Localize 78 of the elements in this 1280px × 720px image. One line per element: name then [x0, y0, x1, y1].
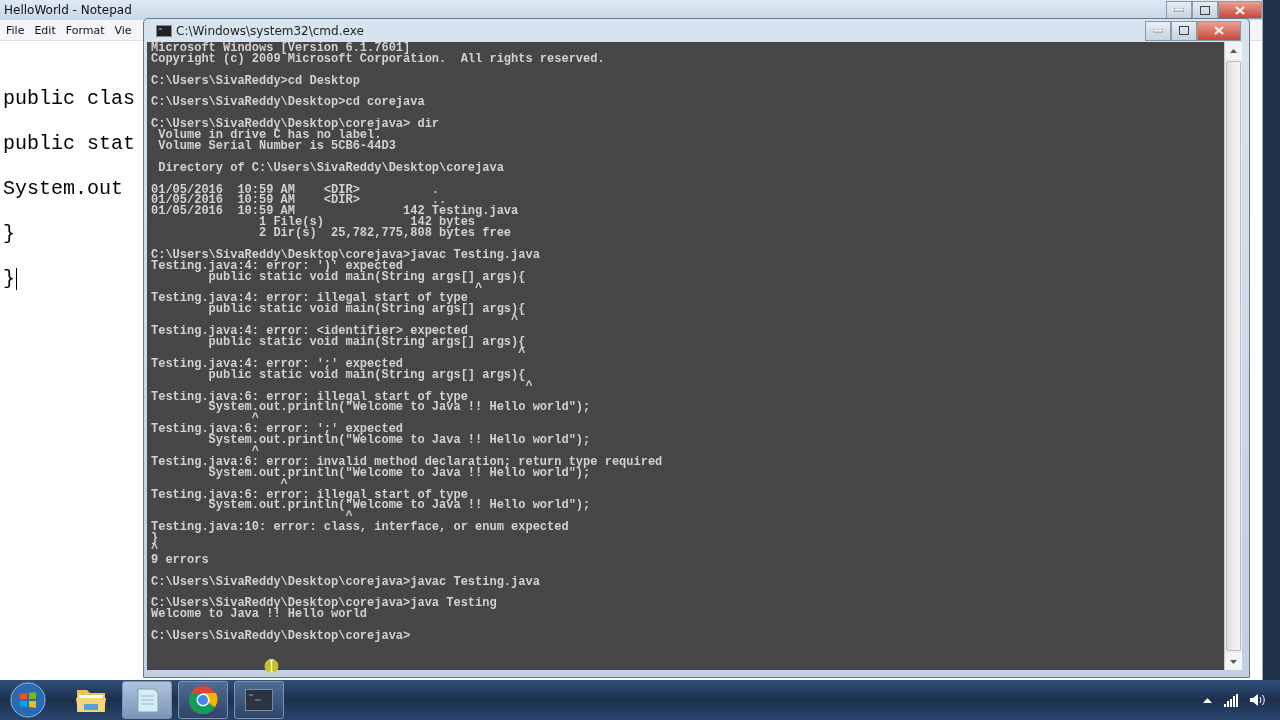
show-hidden-icons-button[interactable] [1203, 697, 1212, 703]
scroll-down-button[interactable] [1225, 653, 1242, 670]
console-line: C:\Users\SivaReddy\Desktop>cd corejava [151, 97, 425, 109]
close-button[interactable] [1218, 1, 1262, 19]
maximize-icon [1179, 26, 1189, 35]
maximize-icon [1200, 5, 1210, 15]
console-line: ^ [280, 478, 288, 490]
console-line: System.out.println("Welcome to Java !! Hello world"); [208, 500, 591, 512]
notepad-icon [134, 686, 160, 714]
minimize-button[interactable] [1166, 1, 1192, 19]
console-line: Volume Serial Number is 5CB6-44D3 [157, 141, 396, 152]
volume-icon[interactable] [1250, 693, 1266, 707]
console-line: ^ [511, 315, 519, 327]
down-arrow-icon [1230, 659, 1237, 664]
terminal-icon [156, 24, 172, 37]
scrollbar[interactable] [1224, 42, 1242, 670]
console-line: ^ [518, 347, 526, 359]
console-line: public static void main(String args[] args){ [208, 304, 526, 316]
minimize-icon [1174, 8, 1184, 12]
start-button[interactable] [8, 681, 48, 719]
console-line: C:\Users\SivaReddy\Desktop\corejava>javac Testing.java [151, 576, 540, 588]
console-line: ^ [251, 413, 260, 425]
scroll-up-button[interactable] [1225, 42, 1242, 59]
console-line: C:\Users\SivaReddy\Desktop\corejava> [151, 631, 411, 642]
console-line: } [151, 533, 159, 544]
close-icon [1214, 26, 1224, 35]
text-cursor-icon [16, 267, 17, 290]
console-line: Directory of C:\Users\SivaReddy\Desktop\corejava [157, 162, 504, 174]
code-line: System.out [3, 176, 124, 202]
chrome-icon [188, 685, 218, 715]
up-arrow-icon [1230, 48, 1237, 53]
menu-item[interactable]: Edit [30, 22, 60, 38]
console-line: Testing.java:6: error: invalid method declaration; return type required [151, 456, 663, 468]
console-line: System.out.println("Welcome to Java !! Hello world"); [208, 467, 591, 479]
code-line: } [3, 266, 15, 292]
scroll-thumb[interactable] [1226, 61, 1241, 651]
console-line: System.out.println("Welcome to Java !! Hello world"); [208, 435, 591, 446]
maximize-button[interactable] [1192, 1, 1218, 19]
console-line: C:\Users\SivaReddy\Desktop\corejava> dir [151, 119, 440, 131]
console-line: Microsoft Windows [Version 6.1.7601] [151, 43, 411, 54]
maximize-button[interactable] [1171, 20, 1197, 41]
console-line: 2 Dir(s) 25,782,775,808 bytes free [258, 228, 512, 240]
menu-item[interactable]: Format [61, 22, 109, 38]
taskbar-app-button[interactable] [178, 681, 228, 719]
mouse-cursor-icon [264, 658, 279, 674]
console-line: public static void main(String args[] args){ [208, 369, 526, 381]
menu-item[interactable]: File [2, 22, 29, 38]
console-line: Copyright (c) 2009 Microsoft Corporation. All rights reserved. [151, 53, 605, 65]
console-line: 9 errors [151, 554, 209, 566]
console-line: C:\Users\SivaReddy>cd Desktop [151, 75, 360, 87]
console-line: C:\Users\SivaReddy\Desktop\corejava>java Testing [151, 598, 497, 610]
menu-item[interactable]: Vie [110, 22, 136, 38]
code-line: } [3, 221, 15, 247]
code-line: public stat [3, 131, 136, 157]
minimize-icon [1153, 28, 1163, 33]
console-line: ^ [151, 543, 159, 555]
close-button[interactable] [1197, 20, 1241, 41]
window-title: C:\Windows\system32\cmd.exe [176, 23, 365, 38]
console-line: public static void main(String args[] args){ [208, 337, 526, 348]
console-line: Volume in drive C has no label. [158, 130, 382, 141]
console-line: Welcome to Java !! Hello world [151, 609, 368, 621]
close-icon [1235, 5, 1245, 15]
console-line: Testing.java:4: error: ')' expected [151, 260, 404, 272]
console-line: Testing.java:10: error: class, interface, or enum expected [151, 522, 569, 534]
windows-logo-icon [10, 682, 46, 718]
console-line: ^ [474, 282, 483, 294]
console-line: ^ [525, 380, 533, 392]
console-line: ^ [345, 511, 353, 523]
terminal-icon [245, 689, 273, 711]
console-line: public static void main(String args[] args){ [208, 271, 526, 283]
console-line: System.out.println("Welcome to Java !! Hello world"); [208, 402, 591, 414]
console-line: Testing.java:4: error: ';' expected [151, 358, 404, 370]
code-line: public clas [3, 86, 136, 112]
up-arrow-icon [1203, 697, 1212, 703]
network-signal-icon[interactable] [1224, 693, 1238, 707]
console-line: ^ [251, 445, 260, 457]
window-title: HelloWorld - Notepad [4, 3, 133, 17]
console-line: C:\Users\SivaReddy\Desktop\corejava>javac Testing.java [151, 249, 540, 261]
